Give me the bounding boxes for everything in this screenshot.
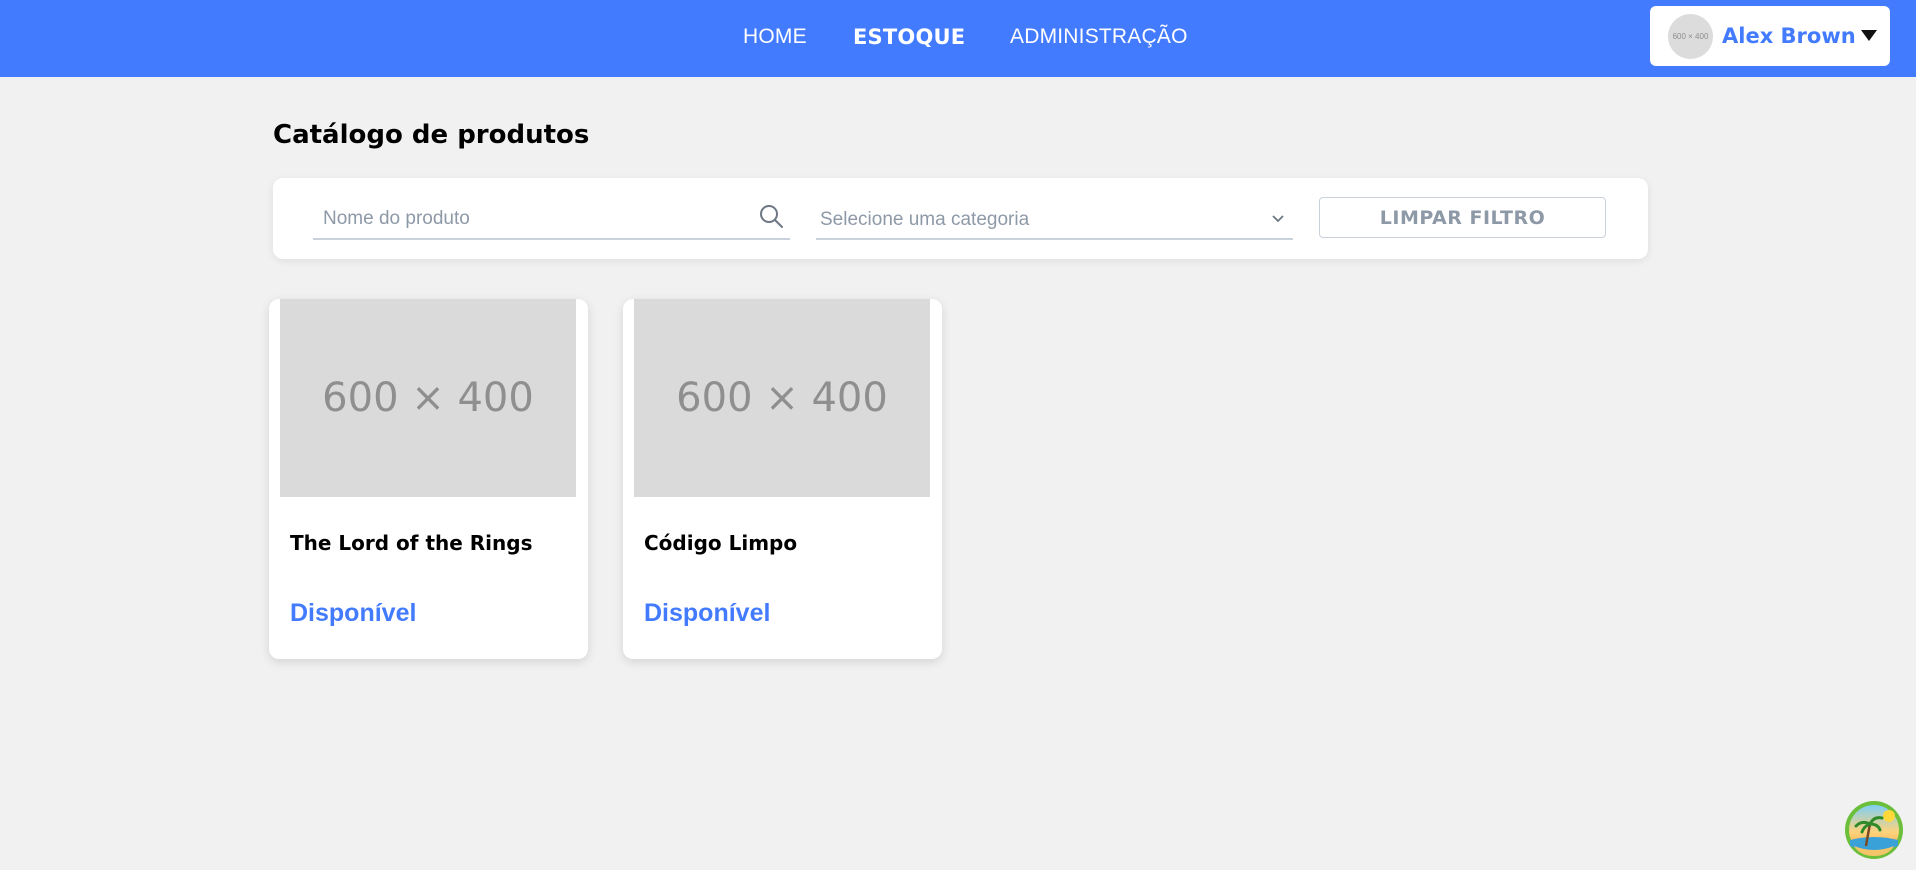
nav-item-administracao[interactable]: ADMINISTRAÇÃO [1010, 25, 1188, 49]
category-placeholder: Selecione uma categoria [820, 209, 1030, 230]
beach-app-icon[interactable] [1844, 800, 1904, 860]
caret-down-icon[interactable] [1861, 30, 1877, 41]
product-status: Disponível [644, 599, 771, 627]
product-card[interactable]: 600 × 400 Código Limpo Disponível [623, 299, 942, 659]
product-status: Disponível [290, 599, 417, 627]
page-title: Catálogo de produtos [273, 120, 590, 150]
search-field [313, 200, 790, 240]
search-input[interactable] [313, 200, 755, 238]
product-image-placeholder: 600 × 400 [280, 299, 576, 497]
nav-item-home[interactable]: HOME [743, 25, 807, 49]
category-select[interactable]: Selecione uma categoria [816, 200, 1293, 240]
clear-filter-button[interactable]: LIMPAR FILTRO [1319, 197, 1606, 238]
filter-panel: Selecione uma categoria LIMPAR FILTRO [273, 178, 1648, 259]
product-image-placeholder: 600 × 400 [634, 299, 930, 497]
chevron-down-icon [1272, 215, 1284, 223]
user-name: Alex Brown [1722, 24, 1856, 48]
user-menu[interactable]: 600 × 400 Alex Brown [1650, 6, 1890, 66]
search-icon[interactable] [758, 203, 784, 229]
product-name: Código Limpo [644, 531, 798, 555]
main-nav: HOME ESTOQUE ADMINISTRAÇÃO [0, 0, 1916, 77]
product-card[interactable]: 600 × 400 The Lord of the Rings Disponív… [269, 299, 588, 659]
top-navigation-bar: HOME ESTOQUE ADMINISTRAÇÃO 600 × 400 Ale… [0, 0, 1916, 77]
nav-item-estoque[interactable]: ESTOQUE [853, 25, 965, 49]
product-name: The Lord of the Rings [290, 531, 533, 555]
avatar: 600 × 400 [1668, 14, 1713, 59]
